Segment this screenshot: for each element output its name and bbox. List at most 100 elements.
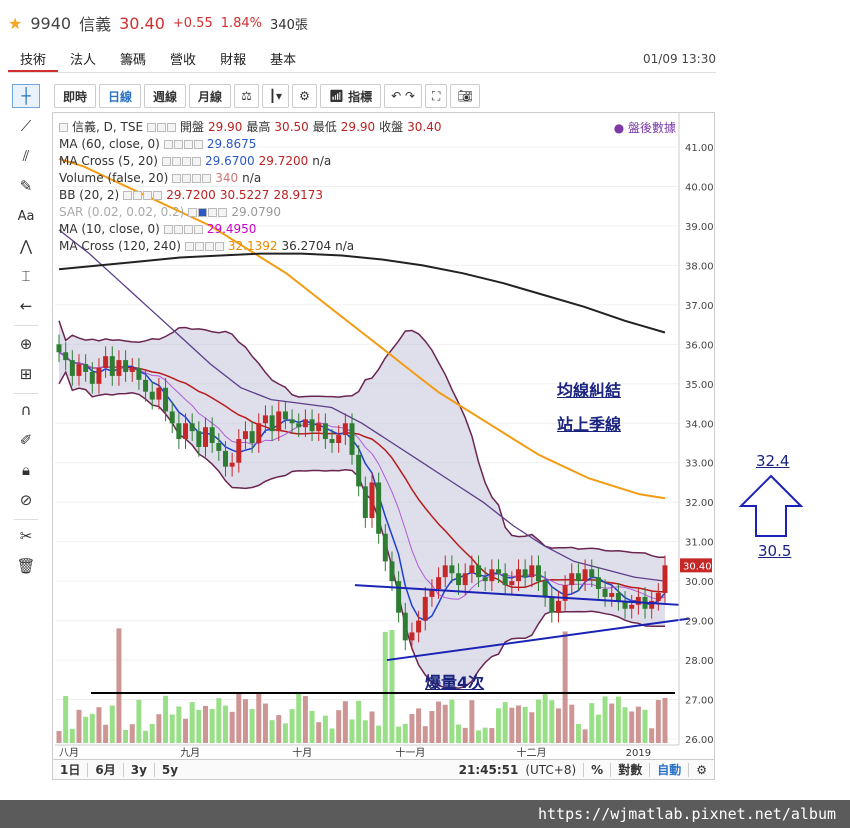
undo-redo-icon[interactable]: ↶ ↷ bbox=[384, 84, 423, 108]
candle-body bbox=[349, 423, 355, 455]
y-tick-label: 41.00 bbox=[685, 143, 714, 154]
volume-bar bbox=[216, 698, 222, 743]
trash-icon[interactable]: 🗑︎ bbox=[12, 554, 40, 578]
crosshair-icon[interactable]: ┼ bbox=[12, 84, 40, 108]
y-tick-label: 39.00 bbox=[685, 222, 714, 233]
x-tick-label: 八月 bbox=[59, 747, 79, 759]
candle-body bbox=[502, 573, 508, 586]
text-icon[interactable]: Aa bbox=[12, 204, 40, 228]
range-5y[interactable]: 5y bbox=[155, 763, 185, 777]
candle-body bbox=[402, 612, 408, 641]
fullscreen-icon[interactable]: ⛶ bbox=[425, 84, 448, 108]
volume-bar bbox=[256, 693, 262, 743]
pattern-icon[interactable]: ⋀ bbox=[12, 234, 40, 258]
volume-bar bbox=[649, 728, 655, 743]
trendline-icon[interactable]: ⟋ bbox=[12, 114, 40, 138]
lock-icon[interactable]: 🔒︎ bbox=[12, 458, 40, 482]
tab-revenue[interactable]: 營收 bbox=[158, 46, 208, 72]
settings-gear-icon[interactable]: ⚙ bbox=[292, 84, 317, 108]
close-label: 收盤 bbox=[379, 120, 404, 134]
tab-chips[interactable]: 籌碼 bbox=[108, 46, 158, 72]
after-market-label: 盤後數據 bbox=[627, 121, 676, 135]
pencil-lock-icon[interactable]: ✐ bbox=[12, 428, 40, 452]
legend-settings-icons[interactable] bbox=[172, 174, 212, 183]
chart-frame[interactable]: 26.00 27.00 28.00 29.00 30.00 31.00 32.00 33.00… bbox=[52, 112, 715, 780]
watermark: https://wjmatlab.pixnet.net/album bbox=[0, 800, 850, 828]
volume-bar bbox=[416, 708, 422, 743]
candle-body bbox=[136, 368, 142, 380]
volume-bar bbox=[176, 706, 182, 743]
volume-bar bbox=[63, 695, 69, 743]
candle-body bbox=[456, 573, 462, 586]
candle-type-icon[interactable]: ┃▾ bbox=[261, 84, 290, 108]
indicator-legend: 信義, D, TSE 開盤 29.90 最高 30.50 最低 29.90 收盤… bbox=[59, 119, 442, 255]
y-tick-label: 31.00 bbox=[685, 538, 714, 549]
volume-bar bbox=[402, 723, 408, 743]
legend-settings-icons[interactable] bbox=[161, 157, 201, 166]
legend-settings-icons[interactable] bbox=[163, 140, 203, 149]
range-3y[interactable]: 3y bbox=[124, 763, 154, 777]
volume-bar bbox=[602, 696, 608, 743]
candle-body bbox=[262, 415, 268, 424]
volume-bar bbox=[163, 695, 169, 743]
hide-icon[interactable]: ⊘ bbox=[12, 488, 40, 512]
percent-toggle[interactable]: % bbox=[584, 763, 610, 777]
magnet-icon[interactable]: ∩ bbox=[12, 398, 40, 422]
volume-bar bbox=[83, 716, 89, 743]
price-change: +0.55 bbox=[172, 15, 213, 31]
ruler-icon[interactable]: ⊞ bbox=[12, 362, 40, 386]
zoom-icon[interactable]: ⊕ bbox=[12, 332, 40, 356]
candle-body bbox=[169, 411, 175, 424]
daily-button[interactable]: 日線 bbox=[99, 84, 142, 108]
candle-body bbox=[143, 379, 149, 392]
volume-bar bbox=[582, 729, 588, 743]
legend-settings-icons[interactable] bbox=[147, 123, 177, 132]
monthly-button[interactable]: 月線 bbox=[189, 84, 232, 108]
candle-body bbox=[462, 573, 468, 586]
range-6m[interactable]: 6月 bbox=[88, 761, 122, 778]
tools-icon[interactable]: ✂ bbox=[12, 524, 40, 548]
volume-bar bbox=[429, 711, 435, 743]
legend-value: 29.8675 bbox=[206, 137, 257, 151]
legend-name: MA (10, close, 0) bbox=[59, 222, 160, 236]
measure-icon[interactable]: ⌶ bbox=[12, 264, 40, 288]
open-value: 29.90 bbox=[208, 120, 243, 134]
volume-bar bbox=[382, 631, 388, 743]
indicators-label: 指標 bbox=[348, 89, 373, 104]
timezone[interactable]: (UTC+8) bbox=[525, 763, 583, 777]
range-1d[interactable]: 1日 bbox=[53, 761, 87, 778]
arrow-left-icon[interactable]: ← bbox=[12, 294, 40, 318]
compare-icon[interactable]: ⚖ bbox=[234, 84, 259, 108]
candle-body bbox=[509, 581, 515, 586]
legend-value: 32.1392 bbox=[227, 239, 278, 253]
camera-icon[interactable]: 📷︎ bbox=[450, 84, 480, 108]
volume-bar bbox=[262, 703, 268, 743]
legend-settings-icons[interactable] bbox=[188, 208, 228, 217]
tab-technical[interactable]: 技術 bbox=[8, 46, 59, 72]
chart-settings-gear-icon[interactable]: ⚙ bbox=[689, 763, 714, 777]
log-toggle[interactable]: 對數 bbox=[611, 761, 649, 778]
tab-financials[interactable]: 財報 bbox=[208, 46, 258, 72]
fib-icon[interactable]: ⫽ bbox=[12, 144, 40, 168]
after-market-data-link[interactable]: ● 盤後數據 bbox=[614, 119, 676, 136]
bollinger-band bbox=[58, 320, 665, 689]
tab-basics[interactable]: 基本 bbox=[258, 46, 308, 72]
y-tick-label: 29.00 bbox=[685, 617, 714, 628]
auto-scale-toggle[interactable]: 自動 bbox=[650, 761, 688, 778]
legend-settings-icons[interactable] bbox=[184, 242, 224, 251]
realtime-button[interactable]: 即時 bbox=[54, 84, 97, 108]
legend-settings-icons[interactable] bbox=[123, 191, 163, 200]
volume-bar bbox=[635, 706, 641, 743]
weekly-button[interactable]: 週線 bbox=[144, 84, 187, 108]
favorite-star-icon[interactable]: ★ bbox=[8, 14, 22, 33]
volume-bar bbox=[242, 699, 248, 743]
brush-icon[interactable]: ✎ bbox=[12, 174, 40, 198]
legend-toggle-icons[interactable] bbox=[59, 123, 68, 132]
tab-institutional[interactable]: 法人 bbox=[58, 46, 108, 72]
close-value: 30.40 bbox=[407, 120, 442, 134]
toolbar-divider bbox=[14, 393, 38, 394]
candle-body bbox=[662, 565, 668, 593]
legend-settings-icons[interactable] bbox=[163, 225, 203, 234]
indicators-button[interactable]: 📶︎ 指標 bbox=[319, 84, 382, 108]
candle-body bbox=[655, 592, 661, 601]
